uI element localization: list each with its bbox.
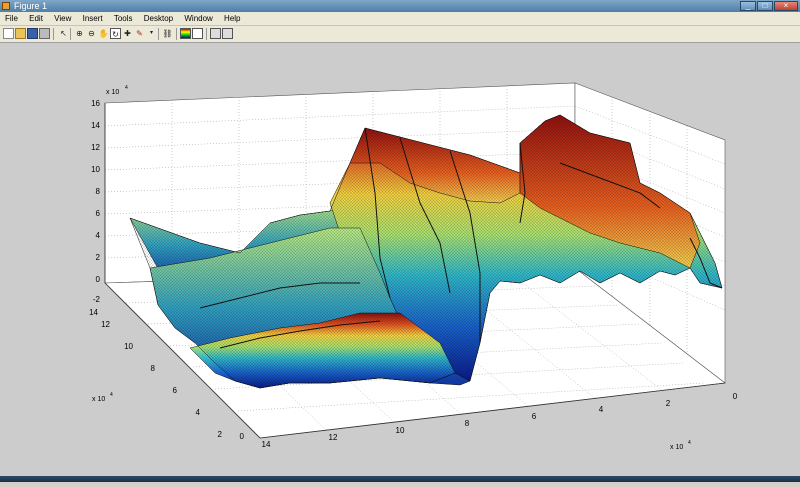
x-tick-label: 14: [262, 440, 271, 449]
rotate-icon[interactable]: ↻: [110, 28, 121, 39]
open-file-icon[interactable]: [15, 28, 26, 39]
x-tick-label: 12: [329, 433, 338, 442]
x-tick-label: 6: [532, 412, 537, 421]
z-tick-label: 16: [91, 99, 100, 108]
x-tick-label: 8: [465, 419, 470, 428]
close-button[interactable]: ×: [774, 1, 798, 11]
y-tick-label: 4: [196, 408, 201, 417]
toolbar-separator: [70, 28, 71, 40]
z-axis-exponent: x 10 4: [106, 85, 128, 96]
x-tick-label: 2: [666, 399, 671, 408]
z-tick-label: 2: [96, 253, 101, 262]
figure-canvas[interactable]: 16 14 12 10 8 6 4 2 0 -2 x 10 4 14 12 10…: [0, 43, 800, 482]
toolbar-separator: [176, 28, 177, 40]
x-tick-label: 4: [599, 405, 604, 414]
z-tick-label: 4: [96, 231, 101, 240]
menu-edit[interactable]: Edit: [29, 14, 43, 23]
menu-view[interactable]: View: [54, 14, 71, 23]
brush-dropdown-icon[interactable]: ▾: [146, 28, 157, 39]
x-exponent-label: x 10: [670, 444, 683, 451]
menu-tools[interactable]: Tools: [114, 14, 133, 23]
z-tick-label: 6: [96, 209, 101, 218]
z-exponent-power: 4: [125, 85, 128, 91]
y-tick-label: 8: [151, 364, 156, 373]
y-tick-label: 12: [101, 320, 110, 329]
menu-window[interactable]: Window: [184, 14, 212, 23]
toolbar-separator: [206, 28, 207, 40]
z-tick-label: -2: [93, 295, 101, 304]
z-tick-label: 0: [96, 275, 101, 284]
z-tick-label: 14: [91, 121, 100, 130]
z-tick-label: 10: [91, 165, 100, 174]
x-exponent-power: 4: [688, 440, 691, 446]
window-titlebar[interactable]: Figure 1 _ □ ×: [0, 0, 800, 12]
new-file-icon[interactable]: [3, 28, 14, 39]
y-exponent-label: x 10: [92, 396, 105, 403]
show-tools-icon[interactable]: [222, 28, 233, 39]
y-exponent-power: 4: [110, 392, 113, 398]
menu-help[interactable]: Help: [224, 14, 240, 23]
window-controls: _ □ ×: [740, 1, 798, 11]
figure-toolbar: ↖ ⊕ ⊖ ✋ ↻ ✚ ✎ ▾ ⛓: [0, 26, 800, 43]
data-cursor-icon[interactable]: ✚: [122, 28, 133, 39]
y-tick-label: 6: [173, 386, 178, 395]
zoom-out-icon[interactable]: ⊖: [86, 28, 97, 39]
z-tick-label: 12: [91, 143, 100, 152]
menu-desktop[interactable]: Desktop: [144, 14, 173, 23]
z-axis-ticks: 16 14 12 10 8 6 4 2 0 -2: [91, 99, 100, 304]
pan-icon[interactable]: ✋: [98, 28, 109, 39]
print-icon[interactable]: [39, 28, 50, 39]
legend-icon[interactable]: [192, 28, 203, 39]
z-exponent-label: x 10: [106, 89, 119, 96]
menu-insert[interactable]: Insert: [83, 14, 103, 23]
x-tick-label: 10: [396, 426, 405, 435]
os-taskbar: [0, 476, 800, 482]
y-tick-label: 14: [89, 308, 98, 317]
y-axis-exponent: x 10 4: [92, 392, 113, 403]
x-axis-exponent: x 10 4: [670, 440, 691, 451]
colorbar-icon[interactable]: [180, 28, 191, 39]
z-tick-label: 8: [96, 187, 101, 196]
y-tick-label: 0: [240, 432, 245, 441]
window-title: Figure 1: [14, 1, 48, 11]
surface-plot[interactable]: 16 14 12 10 8 6 4 2 0 -2 x 10 4 14 12 10…: [0, 43, 800, 482]
y-tick-label: 2: [218, 430, 223, 439]
toolbar-separator: [158, 28, 159, 40]
matlab-figure-icon: [2, 2, 10, 10]
zoom-in-icon[interactable]: ⊕: [74, 28, 85, 39]
menu-bar: File Edit View Insert Tools Desktop Wind…: [0, 12, 800, 26]
maximize-button[interactable]: □: [757, 1, 773, 11]
save-icon[interactable]: [27, 28, 38, 39]
toolbar-separator: [53, 28, 54, 40]
link-icon[interactable]: ⛓: [162, 28, 173, 39]
brush-icon[interactable]: ✎: [134, 28, 145, 39]
menu-file[interactable]: File: [5, 14, 18, 23]
x-tick-label: 0: [733, 392, 738, 401]
minimize-button[interactable]: _: [740, 1, 756, 11]
pointer-icon[interactable]: ↖: [58, 28, 69, 39]
hide-tools-icon[interactable]: [210, 28, 221, 39]
y-tick-label: 10: [124, 342, 133, 351]
